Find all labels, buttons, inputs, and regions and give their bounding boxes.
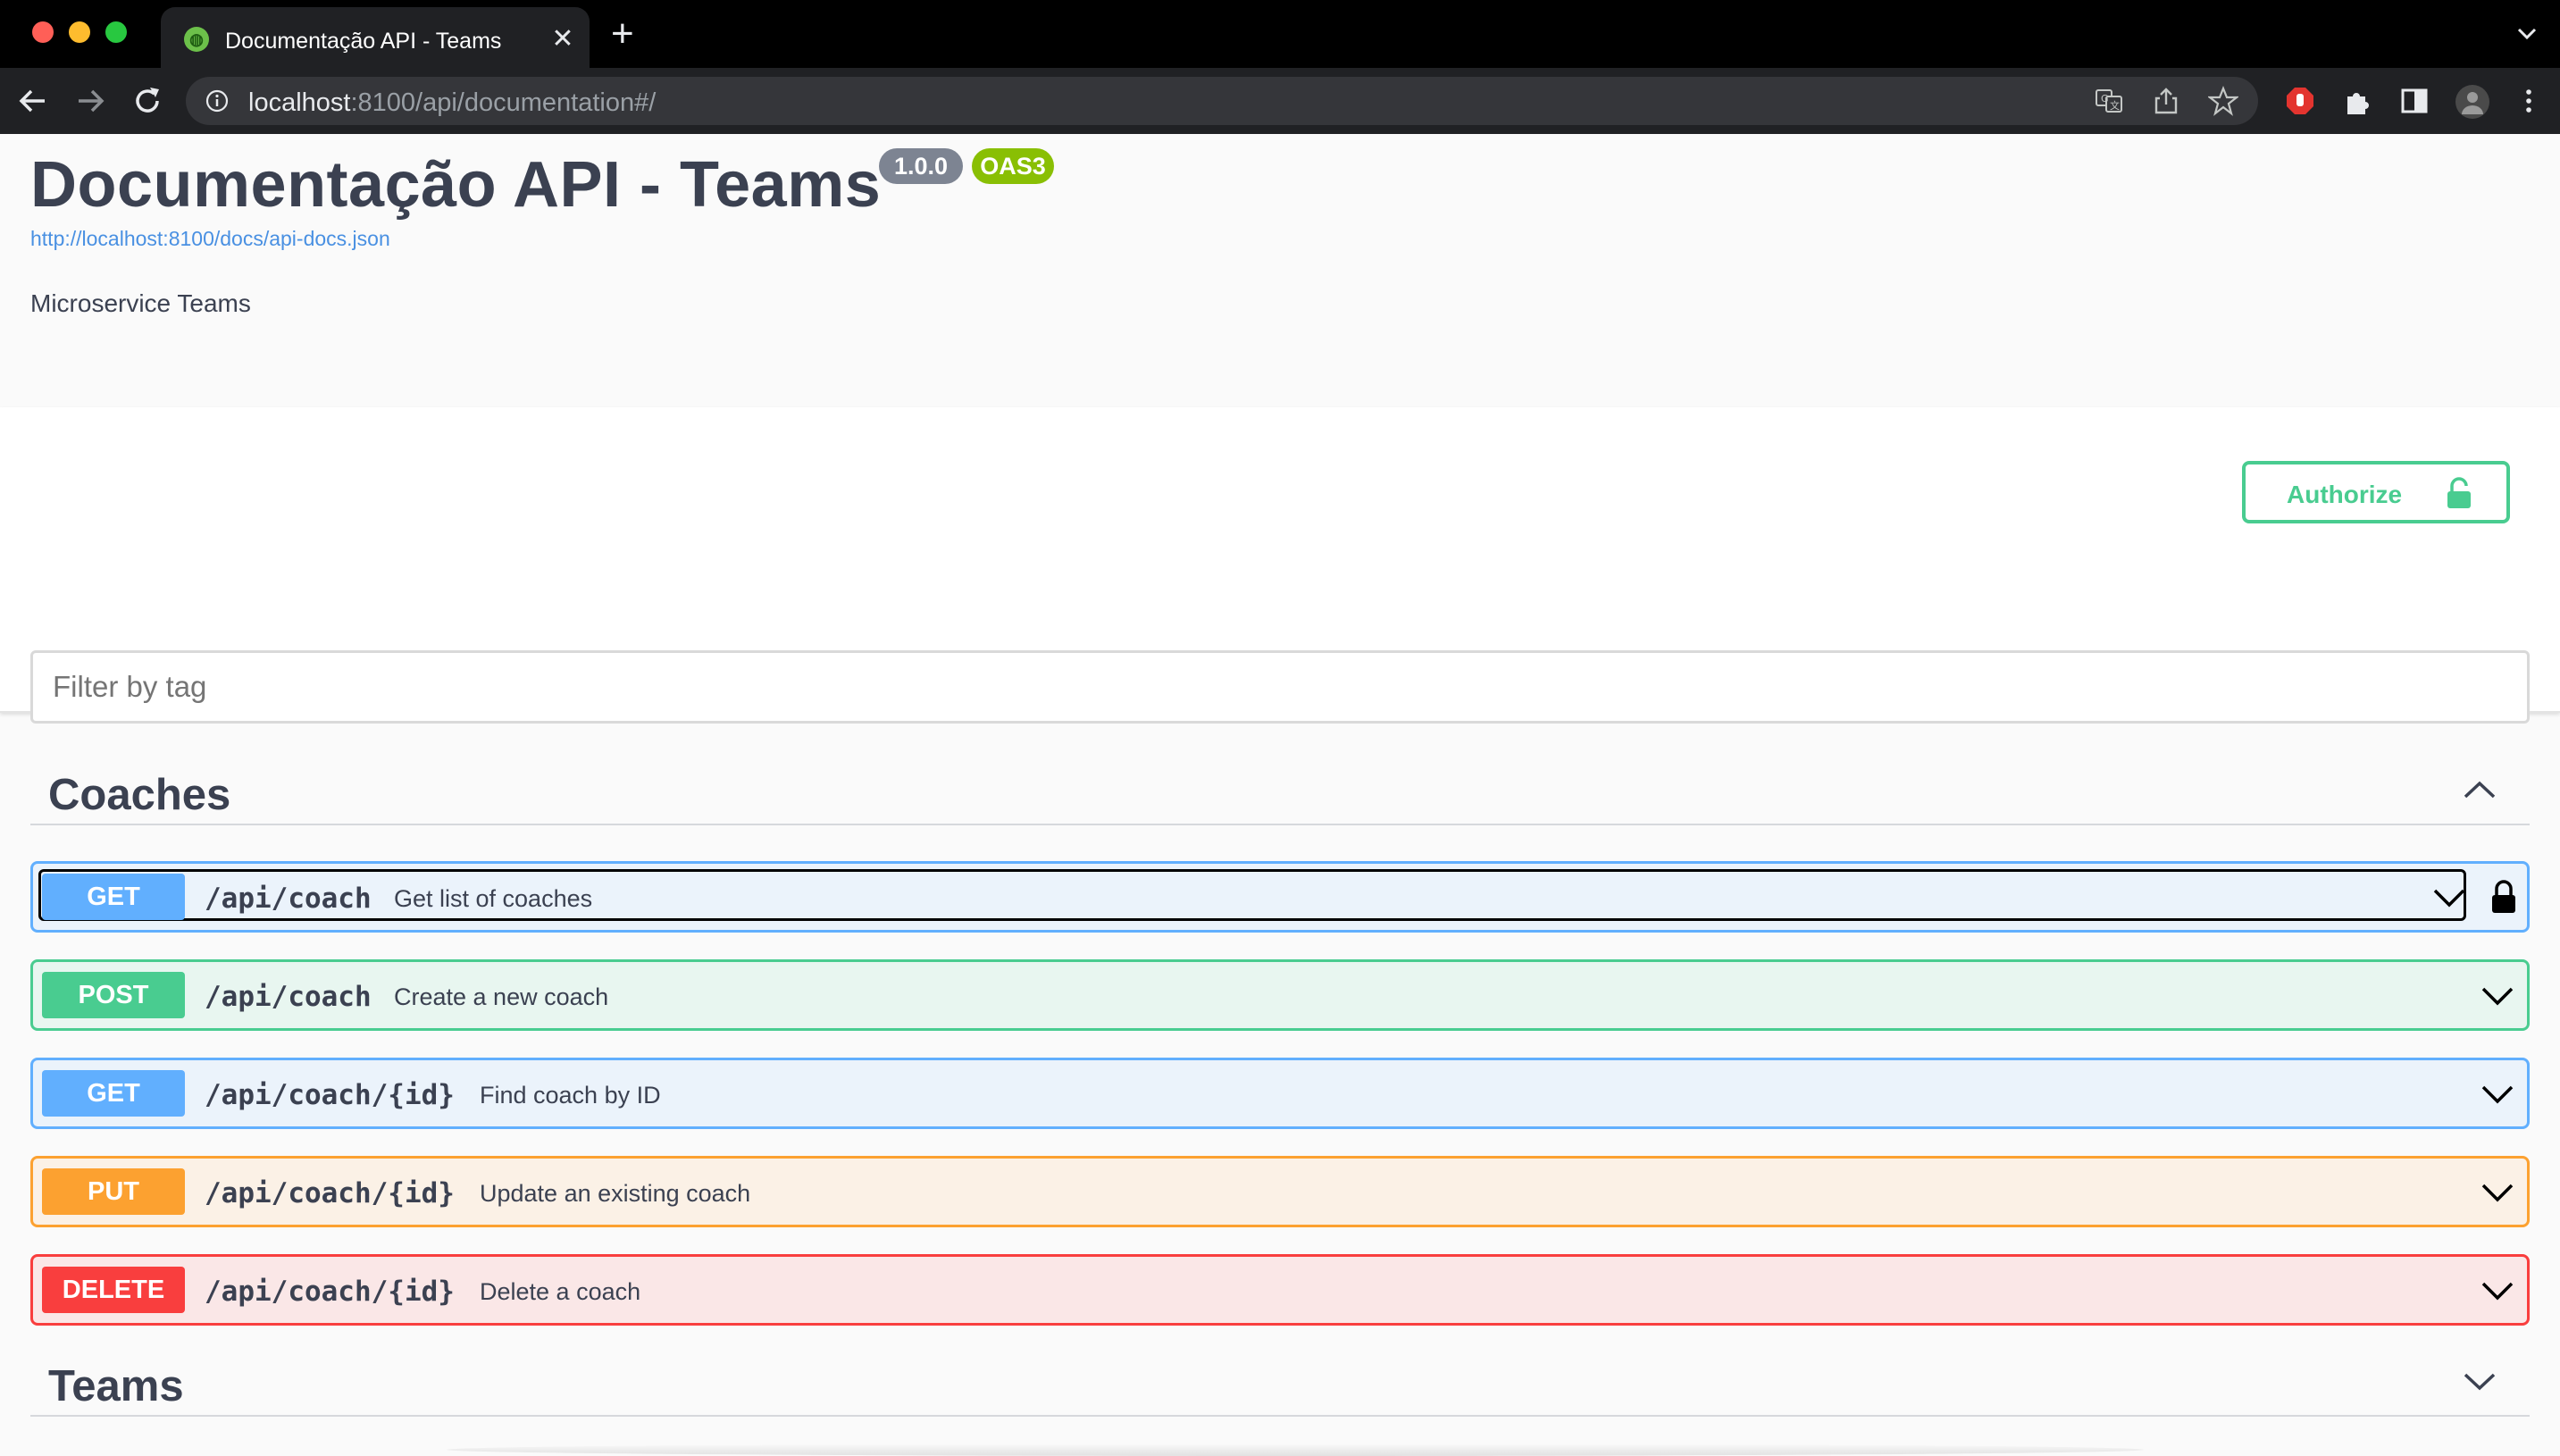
chevron-down-icon[interactable]: [2481, 1084, 2514, 1105]
site-info-icon[interactable]: [205, 89, 229, 113]
side-panel-icon[interactable]: [2399, 86, 2430, 116]
operation-path: /api/coach/{id}: [205, 1177, 455, 1209]
operation-put-coach[interactable]: PUT /api/coach/{id} Update an existing c…: [30, 1156, 2530, 1227]
svg-text:文: 文: [2110, 99, 2120, 112]
translate-icon[interactable]: G 文: [2094, 86, 2124, 116]
browser-tab-active[interactable]: ◍ Documentação API - Teams ✕: [161, 7, 590, 68]
chevron-down-icon[interactable]: [2481, 1280, 2514, 1301]
operation-path: /api/coach/{id}: [205, 1276, 455, 1308]
operation-path: /api/coach: [205, 981, 372, 1013]
method-badge: PUT: [42, 1168, 185, 1215]
profile-avatar[interactable]: [2455, 84, 2490, 120]
browser-tab-bar: ◍ Documentação API - Teams ✕ +: [0, 0, 2560, 68]
operation-summary: Create a new coach: [394, 983, 609, 1010]
chevron-up-icon[interactable]: [2462, 779, 2497, 800]
reload-icon[interactable]: [129, 82, 166, 120]
chevron-down-icon[interactable]: [2462, 1370, 2497, 1392]
forward-arrow-icon[interactable]: [71, 82, 109, 120]
new-tab-button[interactable]: +: [611, 14, 634, 54]
method-badge: POST: [42, 972, 185, 1018]
filter-by-tag-input[interactable]: [30, 650, 2530, 724]
api-description: Microservice Teams: [30, 289, 251, 317]
operation-get-coach-by-id[interactable]: GET /api/coach/{id} Find coach by ID: [30, 1058, 2530, 1129]
share-icon[interactable]: [2151, 86, 2181, 116]
swagger-page: Documentação API - Teams 1.0.0 OAS3 http…: [0, 134, 2560, 1456]
operation-path: /api/coach: [205, 883, 372, 915]
tag-name: Coaches: [48, 771, 231, 819]
url-text: localhost:8100/api/documentation#/: [248, 88, 657, 117]
version-badge: 1.0.0: [879, 148, 963, 184]
minimize-window-button[interactable]: [69, 21, 90, 43]
extensions-puzzle-icon[interactable]: [2342, 86, 2372, 116]
method-badge: GET: [42, 1070, 185, 1117]
close-tab-icon[interactable]: ✕: [547, 23, 579, 55]
tag-name: Teams: [48, 1362, 184, 1410]
tag-header-coaches[interactable]: Coaches: [30, 752, 2530, 825]
globe-favicon-icon: ◍: [184, 27, 209, 52]
unlocked-lock-icon: [2447, 477, 2471, 508]
operation-get-coaches[interactable]: GET /api/coach Get list of coaches: [30, 861, 2530, 933]
operation-summary: Update an existing coach: [480, 1180, 751, 1207]
bottom-scroll-shadow: [447, 1443, 2144, 1456]
chevron-down-icon[interactable]: [2481, 1182, 2514, 1203]
svg-text:G: G: [2101, 93, 2109, 105]
chevron-down-icon[interactable]: [2481, 985, 2514, 1007]
tag-header-teams[interactable]: Teams: [30, 1343, 2530, 1417]
browser-toolbar: localhost:8100/api/documentation#/ G 文: [0, 68, 2560, 134]
chevron-down-icon[interactable]: [2432, 887, 2466, 908]
maximize-window-button[interactable]: [105, 21, 127, 43]
bookmark-star-icon[interactable]: [2208, 86, 2238, 116]
browser-menu-icon[interactable]: [2514, 86, 2544, 116]
operation-summary: Delete a coach: [480, 1278, 641, 1305]
method-badge: DELETE: [42, 1267, 185, 1313]
authorize-label: Authorize: [2287, 481, 2403, 508]
lock-icon[interactable]: [2489, 879, 2518, 915]
method-badge: GET: [42, 874, 185, 920]
operation-delete-coach[interactable]: DELETE /api/coach/{id} Delete a coach: [30, 1254, 2530, 1326]
operation-summary: Find coach by ID: [480, 1082, 661, 1109]
spec-url-link[interactable]: http://localhost:8100/docs/api-docs.json: [30, 227, 390, 251]
adblock-extension-icon[interactable]: [2285, 86, 2315, 116]
close-window-button[interactable]: [32, 21, 54, 43]
api-title: Documentação API - Teams: [30, 149, 882, 221]
operation-path: /api/coach/{id}: [205, 1079, 455, 1111]
oas-badge: OAS3: [972, 148, 1054, 184]
address-bar[interactable]: localhost:8100/api/documentation#/ G 文: [186, 77, 2258, 125]
back-arrow-icon[interactable]: [14, 82, 52, 120]
authorize-button[interactable]: Authorize: [2242, 461, 2510, 523]
tab-title: Documentação API - Teams: [225, 29, 502, 54]
operation-summary: Get list of coaches: [394, 885, 593, 912]
tab-search-chevron-icon[interactable]: [2514, 20, 2540, 46]
operation-post-coach[interactable]: POST /api/coach Create a new coach: [30, 959, 2530, 1031]
